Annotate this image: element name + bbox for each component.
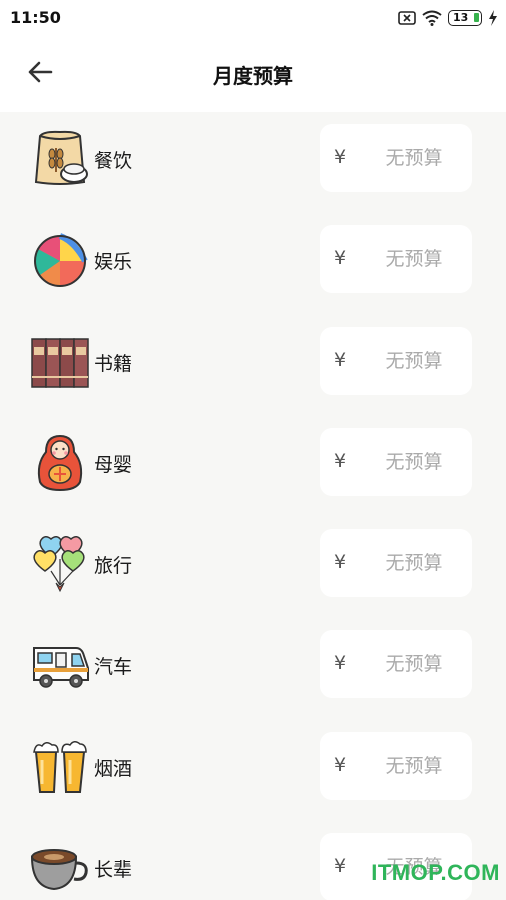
list-item: 烟酒 ¥ bbox=[0, 720, 506, 821]
watermark: ITMOP.COM bbox=[371, 860, 500, 885]
status-bar: 11:50 13 bbox=[0, 0, 506, 36]
category-label: 娱乐 bbox=[94, 251, 133, 274]
list-item: 餐饮 ¥ bbox=[0, 112, 506, 213]
budget-field[interactable]: ¥ bbox=[320, 326, 472, 395]
charging-icon bbox=[488, 10, 498, 26]
battery-icon: 13 bbox=[448, 10, 482, 26]
flour-sack-icon bbox=[30, 128, 90, 188]
currency-symbol: ¥ bbox=[334, 855, 347, 878]
category-label: 长辈 bbox=[94, 859, 133, 882]
budget-input[interactable] bbox=[364, 326, 464, 395]
currency-symbol: ¥ bbox=[334, 753, 347, 776]
budget-field[interactable]: ¥ bbox=[320, 731, 472, 800]
budget-input[interactable] bbox=[364, 225, 464, 294]
list-item: 汽车 ¥ bbox=[0, 618, 506, 719]
balloons-icon bbox=[30, 533, 90, 593]
budget-input[interactable] bbox=[364, 529, 464, 598]
battery-level: 13 bbox=[453, 11, 469, 24]
list-item: 书籍 ¥ bbox=[0, 315, 506, 416]
budget-field[interactable]: ¥ bbox=[320, 124, 472, 192]
currency-symbol: ¥ bbox=[334, 348, 347, 371]
currency-symbol: ¥ bbox=[334, 247, 347, 270]
wifi-icon bbox=[422, 10, 442, 26]
currency-symbol: ¥ bbox=[334, 449, 347, 472]
category-label: 汽车 bbox=[94, 656, 133, 679]
page-title: 月度预算 bbox=[213, 64, 293, 88]
status-time: 11:50 bbox=[10, 8, 61, 27]
budget-input[interactable] bbox=[364, 731, 464, 800]
category-label: 餐饮 bbox=[94, 150, 133, 172]
category-label: 旅行 bbox=[94, 555, 133, 578]
beach-ball-icon bbox=[30, 229, 90, 289]
list-item: 旅行 ¥ bbox=[0, 517, 506, 618]
category-label: 书籍 bbox=[94, 352, 133, 375]
status-icons: 13 bbox=[398, 8, 498, 28]
list-item: 母婴 ¥ bbox=[0, 416, 506, 517]
app-bar: 月度预算 bbox=[0, 36, 506, 112]
budget-category-list: 餐饮 ¥ 娱乐 ¥ bbox=[0, 112, 506, 900]
budget-field[interactable]: ¥ bbox=[320, 630, 472, 699]
coffee-cup-icon bbox=[30, 837, 90, 897]
budget-input[interactable] bbox=[364, 630, 464, 699]
matryoshka-doll-icon bbox=[30, 432, 90, 492]
currency-symbol: ¥ bbox=[334, 146, 347, 168]
currency-symbol: ¥ bbox=[334, 652, 347, 675]
category-label: 烟酒 bbox=[94, 757, 133, 780]
category-label: 母婴 bbox=[94, 453, 133, 476]
books-icon bbox=[30, 331, 90, 391]
budget-field[interactable]: ¥ bbox=[320, 427, 472, 496]
beer-mugs-icon bbox=[30, 736, 90, 796]
notification-x-icon bbox=[398, 10, 416, 26]
budget-field[interactable]: ¥ bbox=[320, 225, 472, 294]
budget-field[interactable]: ¥ bbox=[320, 529, 472, 598]
budget-input[interactable] bbox=[364, 427, 464, 496]
list-item: 娱乐 ¥ bbox=[0, 213, 506, 314]
budget-input[interactable] bbox=[364, 124, 464, 192]
camper-van-icon bbox=[30, 634, 90, 694]
currency-symbol: ¥ bbox=[334, 551, 347, 574]
